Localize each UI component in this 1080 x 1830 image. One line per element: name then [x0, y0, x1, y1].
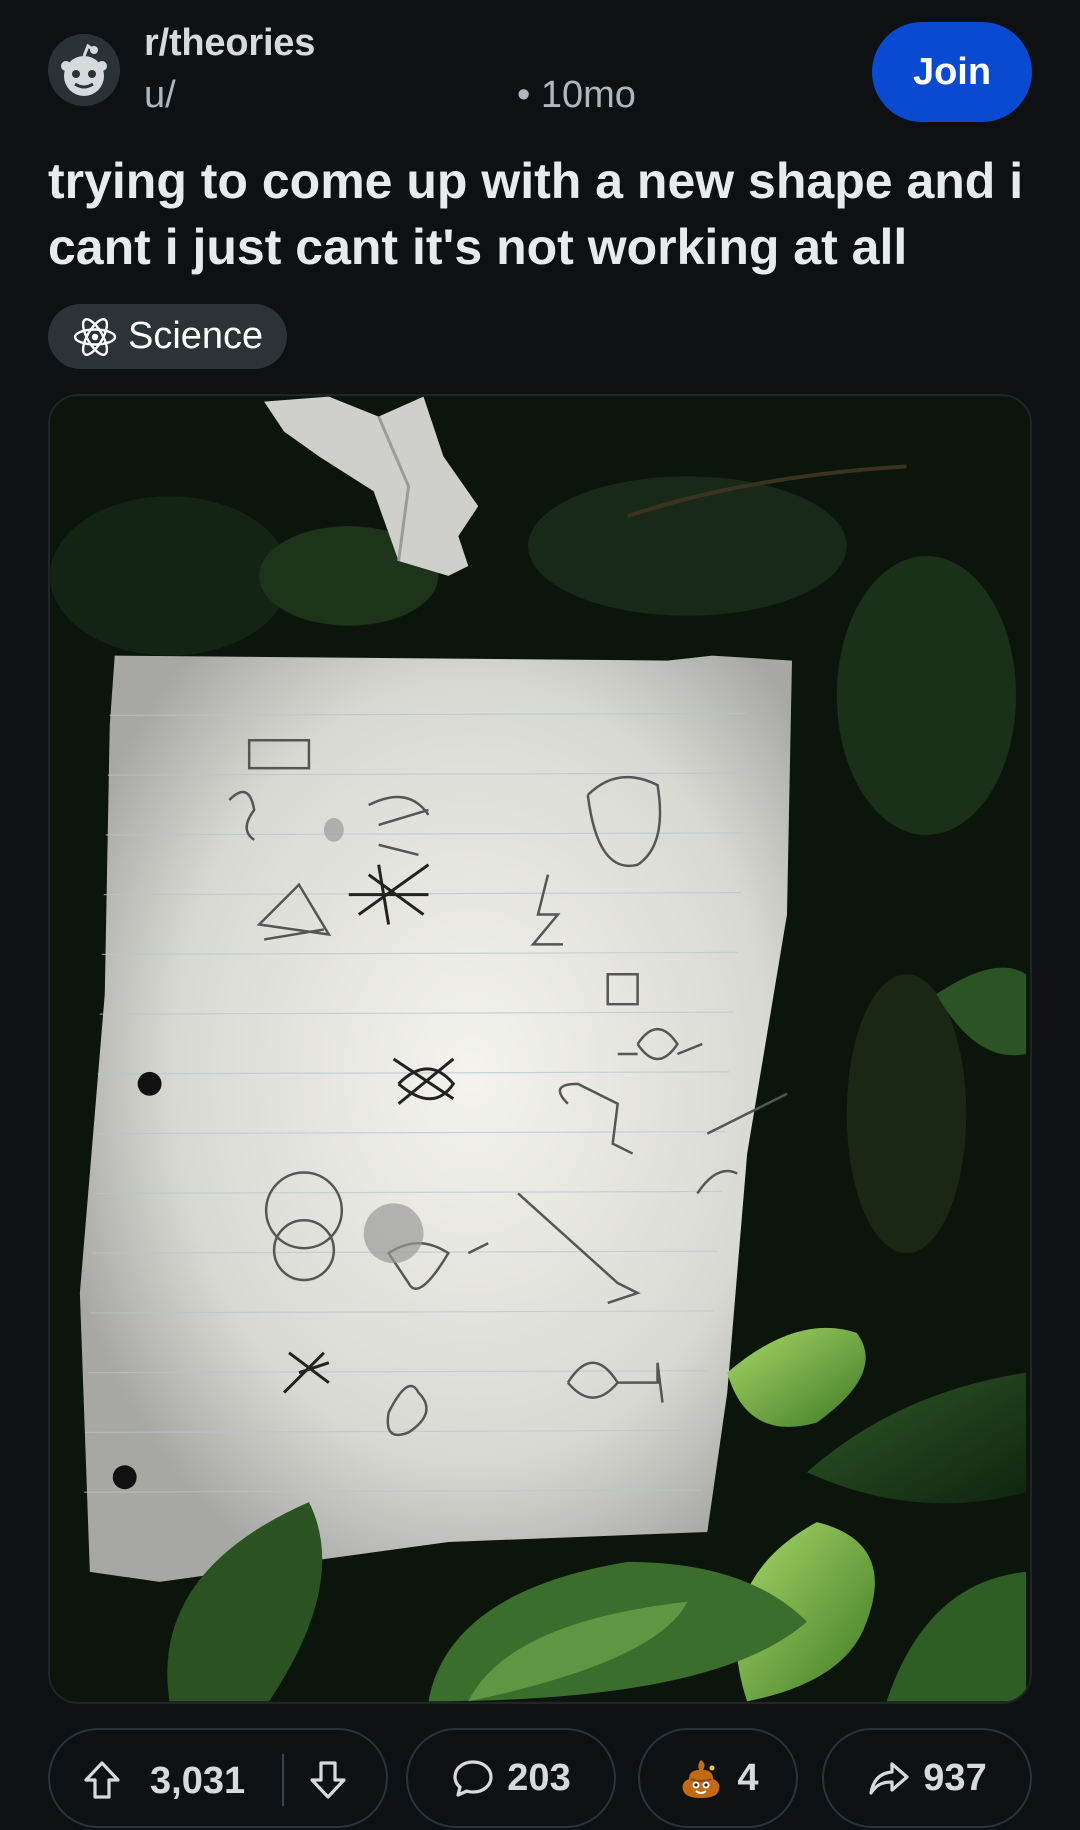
downvote-button[interactable]	[306, 1758, 350, 1802]
comments-button[interactable]: 203	[406, 1728, 616, 1828]
share-count: 937	[923, 1756, 987, 1799]
vote-divider	[282, 1754, 284, 1806]
join-button[interactable]: Join	[872, 22, 1032, 122]
comment-bubble-icon	[453, 1760, 493, 1797]
vote-score: 3,031	[150, 1760, 246, 1802]
comment-count: 203	[507, 1756, 571, 1799]
post-image[interactable]	[48, 394, 1032, 1704]
post-title[interactable]: trying to come up with a new shape and i…	[48, 148, 1038, 280]
reddit-snoo-icon	[48, 34, 120, 106]
action-bar: 3,031 203 4 937	[48, 1728, 1032, 1828]
atom-icon	[73, 317, 117, 356]
post-page: r/theories u/ • 10mo Join trying to come…	[0, 0, 1080, 1830]
subreddit-avatar[interactable]	[48, 34, 120, 106]
arrow-down-icon	[310, 1761, 346, 1799]
arrow-up-icon	[84, 1761, 120, 1799]
upvote-button[interactable]	[80, 1758, 124, 1802]
share-button[interactable]: 937	[822, 1728, 1032, 1828]
flair-label: Science	[128, 315, 264, 357]
post-flair[interactable]: Science	[48, 304, 288, 369]
paper-photo	[50, 396, 1030, 1702]
award-count: 4	[737, 1756, 759, 1799]
author-name[interactable]: u/	[144, 74, 176, 117]
vote-control: 3,031	[48, 1728, 388, 1828]
poop-award-icon	[683, 1760, 720, 1798]
post-header: r/theories u/ • 10mo Join	[48, 22, 1032, 132]
post-age: • 10mo	[517, 74, 636, 116]
award-button[interactable]: 4	[638, 1728, 798, 1828]
share-arrow-icon	[869, 1762, 909, 1795]
subreddit-name[interactable]: r/theories	[144, 22, 315, 65]
